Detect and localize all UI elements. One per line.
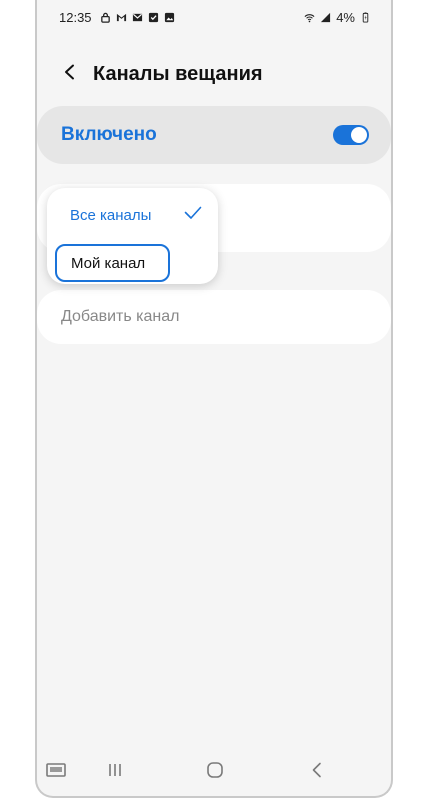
page-title: Каналы вещания xyxy=(93,62,263,85)
add-channel-button[interactable]: Добавить канал xyxy=(37,290,391,344)
recent-apps-icon xyxy=(106,762,124,778)
gallery-icon xyxy=(164,12,175,23)
status-time: 12:35 xyxy=(59,9,92,25)
status-bar: 12:35 4% xyxy=(37,0,391,34)
home-button[interactable] xyxy=(199,750,231,790)
keyboard-button[interactable] xyxy=(43,750,69,790)
lock-icon xyxy=(100,12,111,23)
dropdown-item-label: Все каналы xyxy=(70,206,152,224)
navigation-bar xyxy=(37,750,391,790)
enabled-toggle[interactable] xyxy=(333,125,369,145)
keyboard-icon xyxy=(46,762,66,778)
status-right: 4% xyxy=(304,10,371,25)
toggle-knob xyxy=(351,127,367,143)
gmail-icon xyxy=(116,12,127,23)
nav-back-icon xyxy=(310,762,324,778)
battery-percentage: 4% xyxy=(336,9,355,25)
add-channel-label: Добавить канал xyxy=(61,308,180,325)
enabled-switch-row[interactable]: Включено xyxy=(37,106,391,164)
signal-icon xyxy=(320,12,331,23)
dropdown-item-label: Мой канал xyxy=(71,254,146,272)
dropdown-item-all-channels[interactable]: Все каналы xyxy=(47,198,218,232)
mail-icon xyxy=(132,12,143,23)
recent-apps-button[interactable] xyxy=(99,750,131,790)
back-button[interactable] xyxy=(51,55,89,93)
back-arrow-icon xyxy=(62,64,78,85)
check-icon xyxy=(184,206,202,225)
channel-dropdown-popup: Все каналы Мой канал xyxy=(47,188,218,284)
dropdown-item-my-channel[interactable]: Мой канал xyxy=(55,244,170,282)
nav-back-button[interactable] xyxy=(301,750,333,790)
checkbox-icon xyxy=(148,12,159,23)
wifi-icon xyxy=(304,12,315,23)
battery-icon xyxy=(360,11,371,23)
enabled-label: Включено xyxy=(61,124,157,145)
phone-screen: 12:35 4% Каналы вещания Включено Добавит… xyxy=(35,0,393,798)
home-icon xyxy=(206,761,224,779)
status-left: 12:35 xyxy=(59,10,175,25)
app-header: Каналы вещания xyxy=(37,52,391,96)
